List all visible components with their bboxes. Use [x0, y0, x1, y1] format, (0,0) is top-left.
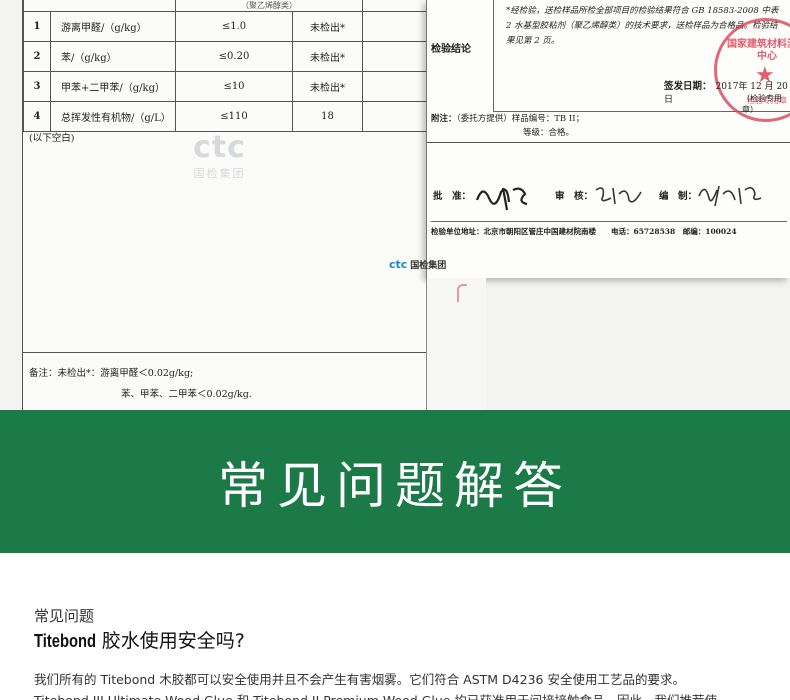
row-number: 3: [23, 71, 51, 102]
scanned-test-report: （聚乙烯醇类） 1 游离甲醛/（g/kg） ≤1.0 未检出* 2 苯/（g/k…: [0, 0, 790, 410]
table-row: 3 甲苯+二甲苯/（g/kg） ≤10 未检出*: [23, 71, 427, 102]
remark-section: 备注：未检出*：游离甲醛＜0.02g/kg; 苯、甲苯、二甲苯＜0.02g/kg…: [23, 352, 427, 405]
attach-line-2: 等级：合格。: [523, 128, 575, 138]
row-item: 游离甲醛/（g/kg）: [50, 11, 176, 42]
page-edge-strip: [426, 278, 486, 410]
ctc-footer-logo: ctc 国检集团: [389, 258, 446, 271]
row-limit: ≤10: [175, 71, 293, 102]
row-limit: ≤110: [175, 101, 293, 132]
sign-date-label: 签发日期：: [664, 81, 712, 92]
faq-banner: 常见问题解答: [0, 410, 790, 553]
report-page-2: （聚乙烯醇类） 1 游离甲醛/（g/kg） ≤1.0 未检出* 2 苯/（g/k…: [22, 0, 427, 410]
row-result: 未检出*: [292, 11, 363, 42]
table-row: 4 总挥发性有机物/（g/L） ≤110 18: [23, 101, 427, 132]
faq-question: Titebond 胶水使用安全吗?: [34, 626, 245, 653]
banner-title: 常见问题解答: [218, 456, 572, 515]
brand-name: Titebond: [34, 631, 97, 651]
footer-name: 国检集团: [410, 261, 447, 271]
ctc-watermark: ctc 国检集团: [193, 130, 246, 181]
attach-label: 附注：: [431, 114, 457, 124]
row-result: 18: [292, 101, 363, 132]
row-result: 未检出*: [292, 41, 363, 72]
row-number: 1: [23, 11, 51, 42]
row-item: 苯/（g/kg）: [50, 41, 176, 72]
row-item: 甲苯+二甲苯/（g/kg）: [50, 71, 176, 102]
answer-line-1: 我们所有的 Titebond 木胶都可以安全使用并且不会产生有害烟雾。它们符合 …: [34, 672, 685, 687]
attachment-note: 附注：（委托方提供）样品编号：TB II； 等级：合格。: [431, 112, 789, 140]
watermark-logo: ctc: [193, 130, 246, 165]
compile-signature: [698, 185, 762, 207]
attach-line-1: （委托方提供）样品编号：TB II；: [456, 114, 585, 124]
approve-signature: [475, 187, 528, 211]
stamp-fragment: [457, 284, 467, 302]
watermark-name: 国检集团: [193, 167, 246, 180]
faq-section: 常见问题 Titebond 胶水使用安全吗? 我们所有的 Titebond 木胶…: [0, 553, 790, 700]
remark-line-2: 苯、甲苯、二甲苯＜0.02g/kg.: [121, 389, 252, 400]
table-header-text: （聚乙烯醇类）: [175, 0, 363, 12]
row-limit: ≤0.20: [175, 41, 293, 72]
row-result: 未检出*: [292, 71, 363, 102]
faq-subtitle: 常见问题: [34, 607, 95, 625]
answer-line-2: Titebond III Ultimate Wood Glue 和 Titebo…: [34, 690, 774, 700]
blank-note: (以下空白): [29, 133, 75, 144]
row-number: 2: [23, 41, 51, 72]
table-row: 1 游离甲醛/（g/kg） ≤1.0 未检出*: [23, 11, 427, 42]
review-signature: [595, 187, 642, 205]
row-limit: ≤1.0: [175, 11, 293, 42]
report-page-1: 检验结论 *经检验，送检样品所检全部项目的检验结果符合 GB 18583-200…: [389, 0, 790, 278]
conclusion-label: 检验结论: [431, 44, 471, 55]
approve-label: 批 准：: [433, 191, 472, 202]
question-text: 胶水使用安全吗?: [95, 630, 245, 652]
row-number: 4: [23, 101, 51, 132]
compile-label: 编 制：: [659, 191, 698, 202]
stamp-text: 国家建筑材料测试中心: [727, 39, 790, 62]
conclusion-box: *经检验，送检样品所检全部项目的检验结果符合 GB 18583-2008 中表 …: [493, 0, 790, 122]
results-table: （聚乙烯醇类） 1 游离甲醛/（g/kg） ≤1.0 未检出* 2 苯/（g/k…: [23, 0, 427, 132]
faq-answer: 我们所有的 Titebond 木胶都可以安全使用并且不会产生有害烟雾。它们符合 …: [34, 669, 774, 700]
row-item: 总挥发性有机物/（g/L）: [50, 101, 176, 132]
table-row: 2 苯/（g/kg） ≤0.20 未检出*: [23, 41, 427, 72]
remark-line-1: 备注：未检出*：游离甲醛＜0.02g/kg;: [29, 368, 194, 379]
table-header-row: （聚乙烯醇类）: [23, 0, 427, 12]
lab-address: 检验单位地址：北京市朝阳区管庄中国建材院南楼 电话：65728538 邮编：10…: [431, 221, 787, 237]
footer-logo: ctc: [389, 258, 408, 271]
review-label: 审 核：: [555, 191, 594, 202]
